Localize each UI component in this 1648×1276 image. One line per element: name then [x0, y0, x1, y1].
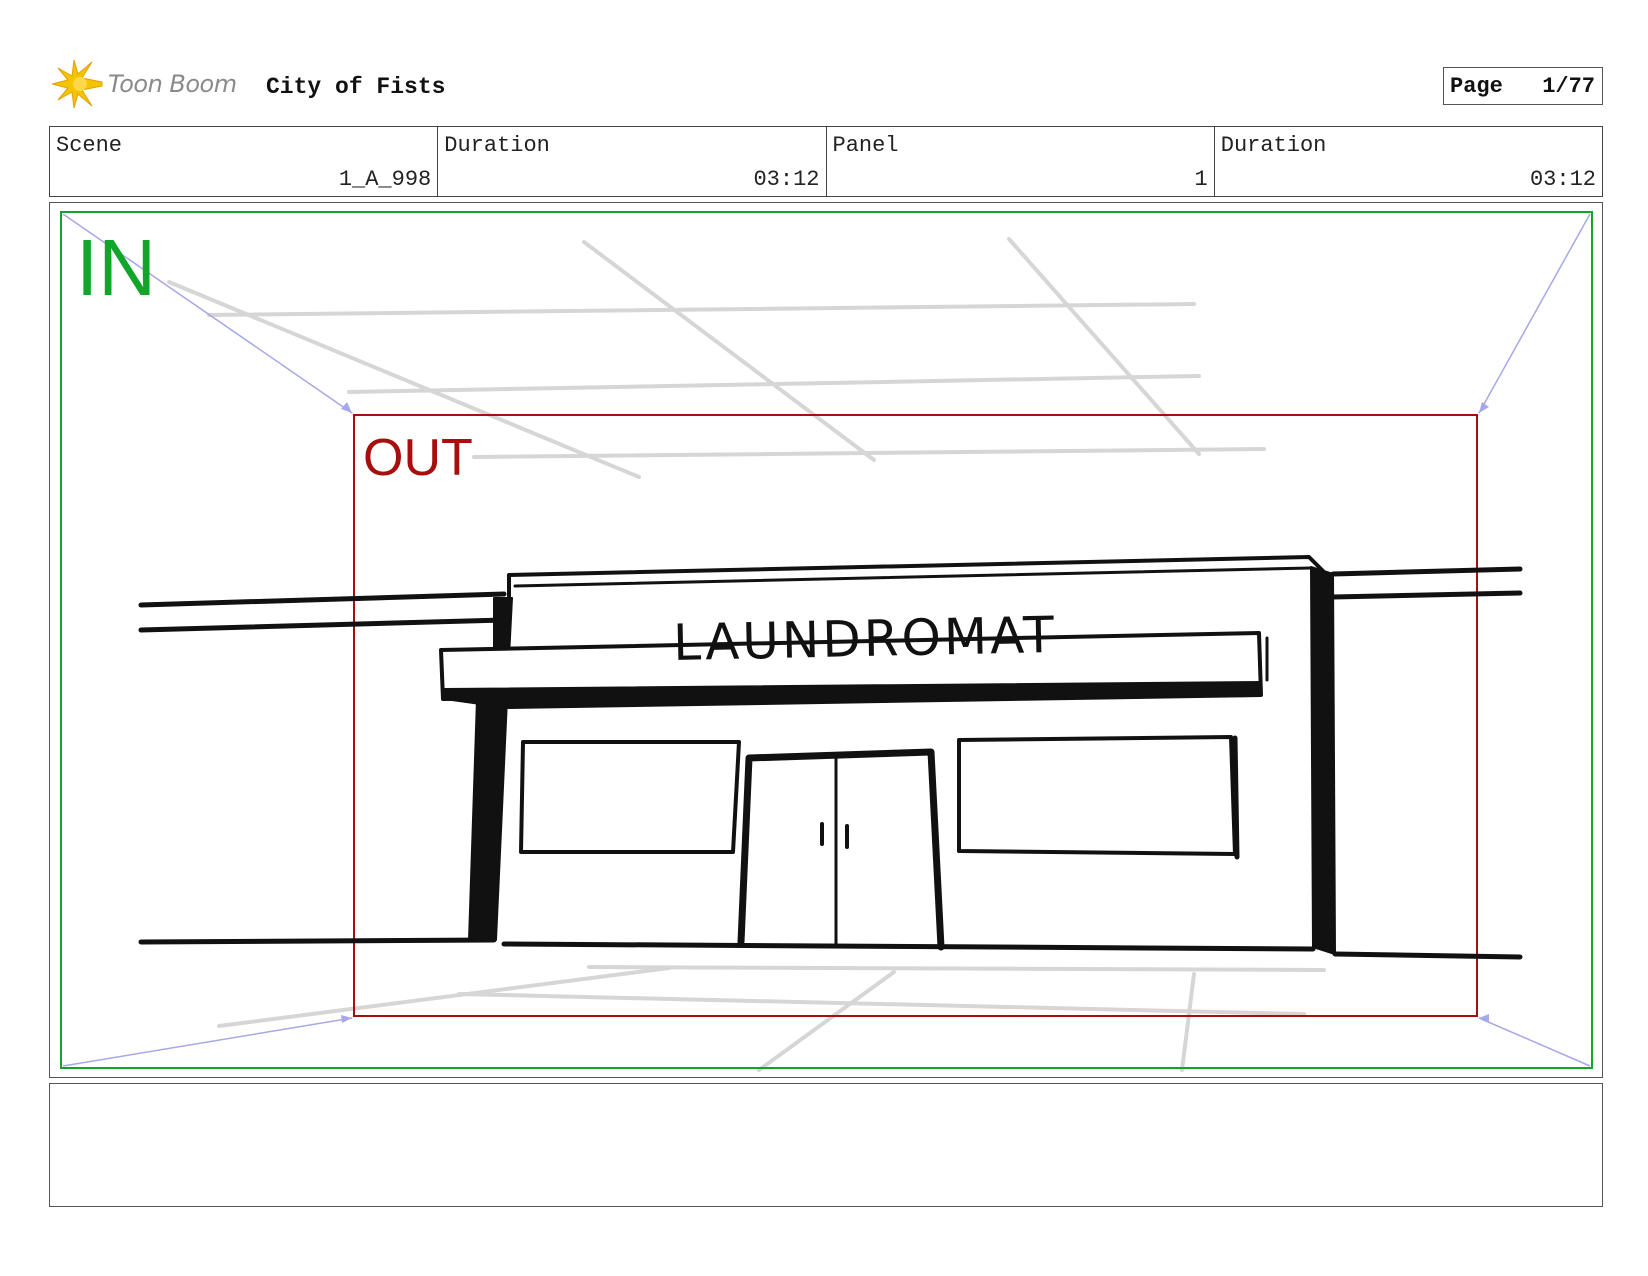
- panel-label: Panel: [832, 133, 899, 158]
- camera-out-label: OUT: [363, 429, 473, 487]
- panel-duration-value: 03:12: [1529, 167, 1596, 192]
- panel-duration-label: Duration: [1220, 133, 1327, 158]
- project-title: City of Fists: [266, 74, 446, 100]
- camera-out-frame: [353, 414, 1478, 1017]
- panel-notes-box[interactable]: [49, 1083, 1603, 1207]
- scene-info-table: Scene 1_A_998 Duration 03:12 Panel 1 Dur…: [49, 126, 1603, 197]
- page-indicator: Page 1/77: [1443, 67, 1603, 105]
- toon-boom-logo: Toon Boom: [52, 58, 252, 114]
- scene-duration-value: 03:12: [753, 167, 820, 192]
- camera-in-label: IN: [76, 223, 156, 312]
- panel-duration-cell: Duration 03:12: [1215, 127, 1602, 196]
- storyboard-header: Toon Boom City of Fists Page 1/77: [0, 0, 1648, 120]
- scene-value: 1_A_998: [338, 167, 432, 192]
- logo-text: Toon Boom: [108, 70, 237, 98]
- page-number: 1/77: [1542, 73, 1595, 99]
- scene-duration-cell: Duration 03:12: [438, 127, 827, 196]
- page-label: Page: [1450, 73, 1503, 99]
- scene-label: Scene: [56, 133, 123, 158]
- panel-value: 1: [1194, 167, 1208, 192]
- scene-duration-label: Duration: [444, 133, 550, 158]
- panel-cell: Panel 1: [827, 127, 1215, 196]
- scene-cell: Scene 1_A_998: [50, 127, 439, 196]
- star-burst-icon: [52, 59, 103, 109]
- laundromat-sign: LAUNDROMAT: [672, 605, 1058, 673]
